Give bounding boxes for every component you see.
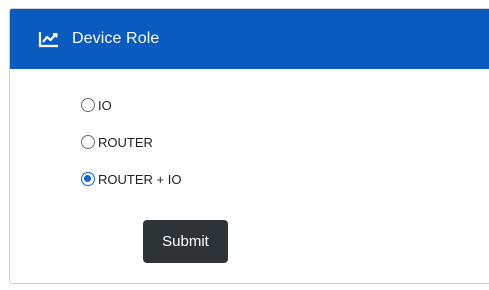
option-io[interactable]: IO — [81, 95, 181, 115]
option-router-io[interactable]: ROUTER + IO — [81, 169, 181, 189]
option-router-label: ROUTER — [98, 134, 153, 150]
radio-router[interactable] — [81, 135, 95, 149]
option-router[interactable]: ROUTER — [81, 132, 181, 152]
option-router-io-label: ROUTER + IO — [98, 171, 182, 187]
radio-router-io[interactable] — [81, 172, 95, 186]
device-role-card: Device Role IO ROUTER ROUTER + IO Submit — [9, 8, 489, 284]
submit-button[interactable]: Submit — [143, 220, 228, 263]
role-options: IO ROUTER ROUTER + IO — [81, 95, 181, 206]
radio-io[interactable] — [81, 98, 95, 112]
card-header: Device Role — [10, 9, 489, 69]
option-io-label: IO — [98, 97, 112, 113]
card-title: Device Role — [72, 30, 160, 47]
line-chart-icon — [38, 30, 60, 48]
